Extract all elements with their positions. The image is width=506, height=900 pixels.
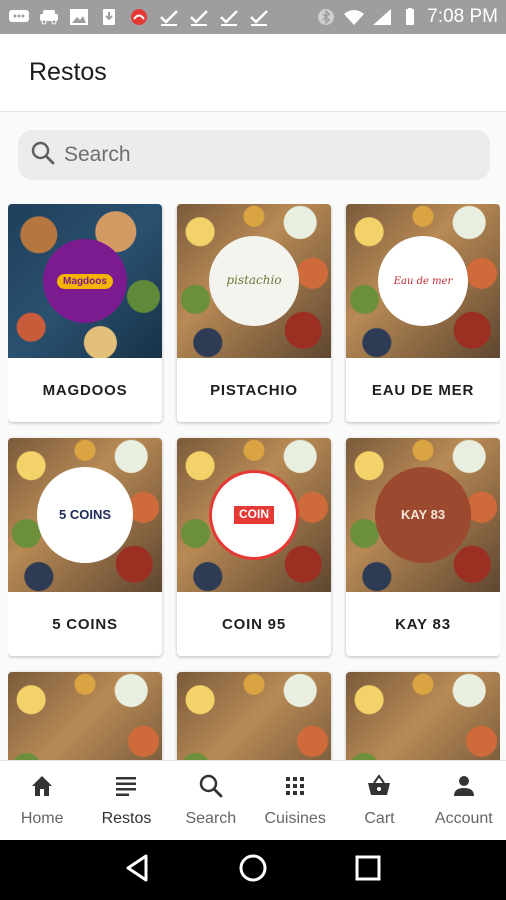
nav-label: Account	[434, 810, 493, 827]
restaurant-name: MAGDOOS	[42, 381, 128, 399]
restaurant-image: pistachio	[177, 204, 331, 358]
restaurant-name: COIN 95	[222, 615, 286, 633]
restaurant-name: KAY 83	[395, 615, 451, 633]
search-input[interactable]: Search	[18, 130, 490, 180]
grid-icon	[282, 773, 308, 804]
home-icon	[29, 773, 55, 804]
restaurant-card[interactable]	[8, 672, 162, 760]
search-icon	[30, 140, 56, 171]
image-icon	[68, 8, 90, 26]
nav-restos[interactable]: Restos	[84, 761, 168, 840]
restaurant-logo: pistachio	[209, 236, 299, 326]
restaurant-logo: KAY 83	[375, 467, 471, 563]
status-notifications	[8, 8, 270, 26]
restaurant-logo: 5 COINS	[37, 467, 133, 563]
restaurant-image: KAY 83	[346, 438, 500, 592]
food-photo	[346, 672, 500, 760]
restaurant-logo: Magdoos	[43, 239, 127, 323]
search-icon	[198, 773, 224, 804]
page-title: Restos	[29, 58, 107, 86]
restaurant-card[interactable]: pistachio PISTACHIO	[177, 204, 331, 422]
restaurant-name: EAU DE MER	[371, 381, 475, 399]
status-time: 7:08 PM	[427, 6, 498, 27]
restaurant-image: Eau de mer	[346, 204, 500, 358]
nav-cart[interactable]: Cart	[337, 761, 421, 840]
back-icon[interactable]	[122, 852, 154, 889]
app-bar: Restos	[0, 34, 506, 112]
home-circle-icon[interactable]	[237, 852, 269, 889]
restaurant-image	[177, 672, 331, 760]
restaurant-image	[8, 672, 162, 760]
restaurant-image: Magdoos	[8, 204, 162, 358]
food-photo	[177, 672, 331, 760]
check-icon	[218, 8, 240, 26]
recents-icon[interactable]	[352, 852, 384, 889]
nav-label: Cuisines	[264, 810, 326, 827]
restaurant-card[interactable]: Magdoos MAGDOOS	[8, 204, 162, 422]
search-placeholder: Search	[64, 143, 131, 166]
nav-label: Search	[185, 810, 237, 827]
food-photo	[8, 672, 162, 760]
list-icon	[113, 773, 139, 804]
nav-label: Cart	[364, 810, 395, 827]
check-icon	[248, 8, 270, 26]
signal-icon	[371, 8, 393, 26]
bluetooth-icon	[315, 8, 337, 26]
restaurant-card[interactable]	[177, 672, 331, 760]
restaurant-card[interactable]: KAY 83 KAY 83	[346, 438, 500, 656]
nav-label: Home	[20, 810, 64, 827]
status-bar: 7:08 PM	[0, 0, 506, 34]
check-icon	[188, 8, 210, 26]
restaurant-logo: Eau de mer	[378, 236, 468, 326]
chat-icon	[8, 8, 30, 26]
restaurant-image	[346, 672, 500, 760]
restaurant-image: COIN	[177, 438, 331, 592]
restaurant-card[interactable]: Eau de mer EAU DE MER	[346, 204, 500, 422]
restaurant-card[interactable]	[346, 672, 500, 760]
download-icon	[98, 8, 120, 26]
wifi-icon	[343, 8, 365, 26]
nav-home[interactable]: Home	[0, 761, 84, 840]
system-navigation	[0, 840, 506, 900]
check-icon	[158, 8, 180, 26]
nav-label: Restos	[101, 810, 152, 827]
missed-call-icon	[128, 8, 150, 26]
basket-icon	[366, 773, 392, 804]
restaurant-card[interactable]: 5 COINS 5 COINS	[8, 438, 162, 656]
battery-icon	[399, 8, 421, 26]
restaurant-image: 5 COINS	[8, 438, 162, 592]
nav-cuisines[interactable]: Cuisines	[253, 761, 337, 840]
nav-search[interactable]: Search	[169, 761, 253, 840]
person-icon	[451, 773, 477, 804]
restaurant-card[interactable]: COIN COIN 95	[177, 438, 331, 656]
nav-account[interactable]: Account	[422, 761, 506, 840]
bottom-navigation: Home Restos Search Cuisines Cart Account	[0, 760, 506, 840]
car-icon	[38, 8, 60, 26]
restaurant-grid: Magdoos MAGDOOS pistachio PISTACHIO Eau …	[8, 204, 500, 760]
restaurant-name: 5 COINS	[52, 615, 118, 633]
restaurant-name: PISTACHIO	[210, 381, 298, 399]
restaurant-logo: COIN	[209, 470, 299, 560]
status-system: 7:08 PM	[315, 6, 498, 28]
